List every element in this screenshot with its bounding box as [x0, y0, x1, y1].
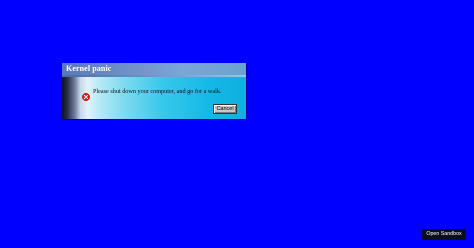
dialog-message: Please shut down your computer, and go f…: [93, 88, 222, 95]
dialog-content: Please shut down your computer, and go f…: [62, 77, 246, 119]
kernel-panic-dialog: Kernel panic Please shut down your compu…: [62, 63, 246, 119]
open-sandbox-button[interactable]: Open Sandbox: [422, 229, 466, 240]
dialog-title: Kernel panic: [62, 63, 246, 75]
cancel-button[interactable]: Cancel: [213, 104, 237, 114]
error-icon: [82, 88, 90, 101]
